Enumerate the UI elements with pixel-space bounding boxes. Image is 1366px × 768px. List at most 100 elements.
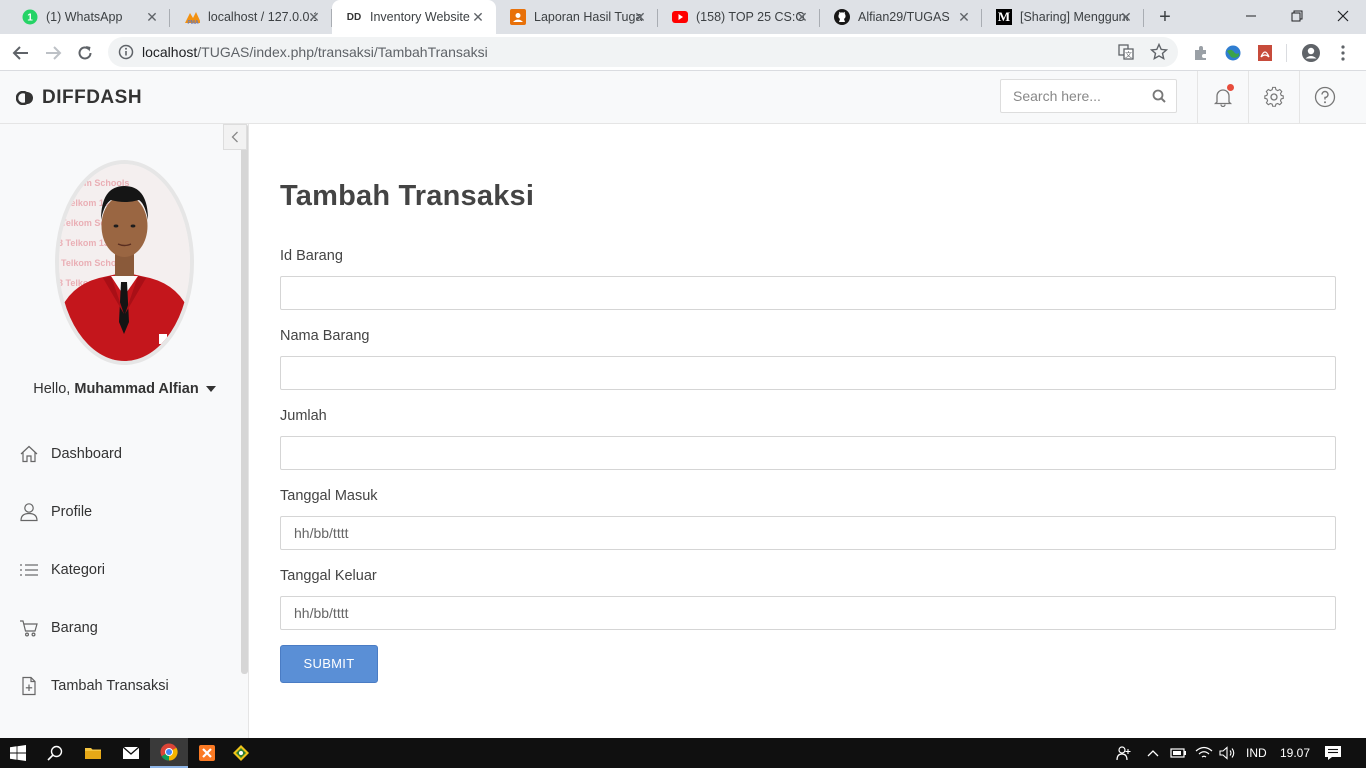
sidebar-collapse-button[interactable] [223, 124, 247, 150]
greeting-text: Hello, [33, 381, 75, 397]
search-icon[interactable] [1152, 89, 1166, 103]
question-circle-icon [1314, 86, 1336, 108]
sidebar-scrollbar[interactable] [241, 124, 248, 674]
svg-text:文: 文 [1125, 50, 1132, 59]
submit-button[interactable]: SUBMIT [280, 645, 378, 683]
start-button[interactable] [0, 738, 36, 768]
browser-menu-icon[interactable] [1330, 40, 1356, 66]
people-icon[interactable] [1110, 738, 1138, 768]
list-icon [19, 560, 39, 580]
taskbar-git-app[interactable] [226, 738, 256, 768]
sidebar-item-barang[interactable]: Barang [0, 608, 240, 648]
sidebar-item-tambah-transaksi[interactable]: Tambah Transaksi [0, 666, 240, 706]
taskbar-file-explorer[interactable] [74, 738, 112, 768]
tab-medium[interactable]: M [Sharing] Menggunakan ✕ [982, 0, 1144, 34]
mail-icon [122, 746, 140, 760]
taskbar-chrome[interactable] [150, 738, 188, 768]
tab-whatsapp[interactable]: 1 (1) WhatsApp ✕ [8, 0, 170, 34]
tanggal-keluar-input[interactable]: hh/bb/tttt [280, 596, 1336, 630]
forward-button[interactable] [40, 40, 66, 66]
close-tab-icon[interactable]: ✕ [306, 9, 322, 25]
sidebar-item-label: Tambah Transaksi [51, 678, 169, 694]
search-input[interactable] [1001, 80, 1146, 112]
taskbar-search-button[interactable] [36, 738, 74, 768]
tab-title: [Sharing] Menggunakan [1020, 10, 1128, 24]
taskbar-mail[interactable] [112, 738, 150, 768]
windows-logo-icon [10, 745, 26, 761]
tab-title: Alfian29/TUGAS [858, 10, 950, 24]
close-tab-icon[interactable]: ✕ [956, 9, 972, 25]
close-tab-icon[interactable]: ✕ [794, 9, 810, 25]
jumlah-label: Jumlah [280, 408, 327, 424]
help-button[interactable] [1299, 71, 1350, 123]
tab-laporan[interactable]: Laporan Hasil Tugas ✕ [496, 0, 658, 34]
extension-puzzle-icon[interactable] [1188, 40, 1214, 66]
svg-text:1: 1 [27, 13, 33, 24]
extension-pdf-icon[interactable] [1252, 40, 1278, 66]
wifi-icon[interactable] [1192, 738, 1216, 768]
classroom-icon [510, 9, 526, 25]
sidebar-item-kategori[interactable]: Kategori [0, 550, 240, 590]
minimize-button[interactable] [1228, 0, 1274, 32]
action-center-button[interactable] [1318, 738, 1348, 768]
github-icon [834, 9, 850, 25]
sidebar: Telkom Schools 13 Telkom 13 Telkom Scho … [0, 124, 249, 738]
tab-title: (158) TOP 25 CS:GO [696, 10, 804, 24]
id-barang-input[interactable] [280, 276, 1336, 310]
tab-title: Inventory Website [370, 10, 470, 24]
jumlah-input[interactable] [280, 436, 1336, 470]
tanggal-masuk-input[interactable]: hh/bb/tttt [280, 516, 1336, 550]
svg-text:PMA: PMA [187, 20, 199, 25]
tab-title: localhost / 127.0.0.1 [208, 10, 316, 24]
info-icon[interactable] [118, 44, 134, 60]
tab-github[interactable]: Alfian29/TUGAS ✕ [820, 0, 982, 34]
file-add-icon [19, 676, 39, 696]
restore-button[interactable] [1274, 0, 1320, 32]
avatar[interactable]: Telkom Schools 13 Telkom 13 Telkom Scho … [55, 160, 194, 365]
close-tab-icon[interactable]: ✕ [1118, 9, 1134, 25]
bookmark-star-icon[interactable] [1150, 43, 1168, 61]
translate-icon[interactable]: 文 [1118, 44, 1134, 60]
windows-taskbar: IND 19.07 [0, 738, 1366, 768]
svg-text:13 Telkom 13: 13 Telkom 13 [59, 198, 109, 208]
browser-toolbar: localhost/TUGAS/index.php/transaksi/Tamb… [0, 34, 1366, 71]
extension-globe-icon[interactable] [1220, 40, 1246, 66]
settings-button[interactable] [1248, 71, 1299, 123]
close-window-button[interactable] [1320, 0, 1366, 32]
input-language[interactable]: IND [1246, 746, 1267, 760]
profile-account-icon[interactable] [1298, 40, 1324, 66]
reload-button[interactable] [72, 40, 98, 66]
taskbar-xampp[interactable] [188, 738, 226, 768]
svg-text:Telkom Scho: Telkom Scho [61, 258, 117, 268]
tab-phpmyadmin[interactable]: PMA localhost / 127.0.0.1 ✕ [170, 0, 332, 34]
close-tab-icon[interactable]: ✕ [632, 9, 648, 25]
sidebar-item-profile[interactable]: Profile [0, 492, 240, 532]
address-bar[interactable]: localhost/TUGAS/index.php/transaksi/Tamb… [108, 37, 1178, 67]
notifications-button[interactable] [1197, 71, 1248, 123]
sidebar-item-dashboard[interactable]: Dashboard [0, 434, 240, 474]
notification-dot [1227, 84, 1234, 91]
tanggal-keluar-label: Tanggal Keluar [280, 568, 377, 584]
xampp-icon [198, 744, 216, 762]
url-text[interactable]: localhost/TUGAS/index.php/transaksi/Tamb… [142, 44, 488, 60]
clock[interactable]: 19.07 [1280, 746, 1310, 760]
sidebar-item-label: Dashboard [51, 446, 122, 462]
show-hidden-icons-chevron-icon[interactable] [1142, 738, 1164, 768]
youtube-icon [672, 9, 688, 25]
tab-title: Laporan Hasil Tugas [534, 10, 642, 24]
close-tab-icon[interactable]: ✕ [470, 9, 486, 25]
battery-icon[interactable] [1166, 738, 1190, 768]
gear-icon [1263, 86, 1285, 108]
new-tab-button[interactable]: + [1154, 6, 1176, 28]
tab-youtube[interactable]: (158) TOP 25 CS:GO ✕ [658, 0, 820, 34]
volume-icon[interactable] [1216, 738, 1240, 768]
user-menu-toggle[interactable]: Hello, Muhammad Alfian [0, 381, 249, 397]
tab-inventory-website[interactable]: DD Inventory Website ✕ [332, 0, 496, 34]
close-tab-icon[interactable]: ✕ [144, 9, 160, 25]
back-button[interactable] [8, 40, 34, 66]
svg-text:Telkom Schools: Telkom Schools [61, 178, 129, 188]
app-logo[interactable]: DIFFDASH [16, 87, 142, 109]
sidebar-item-label: Profile [51, 504, 93, 520]
nama-barang-label: Nama Barang [280, 328, 370, 344]
nama-barang-input[interactable] [280, 356, 1336, 390]
